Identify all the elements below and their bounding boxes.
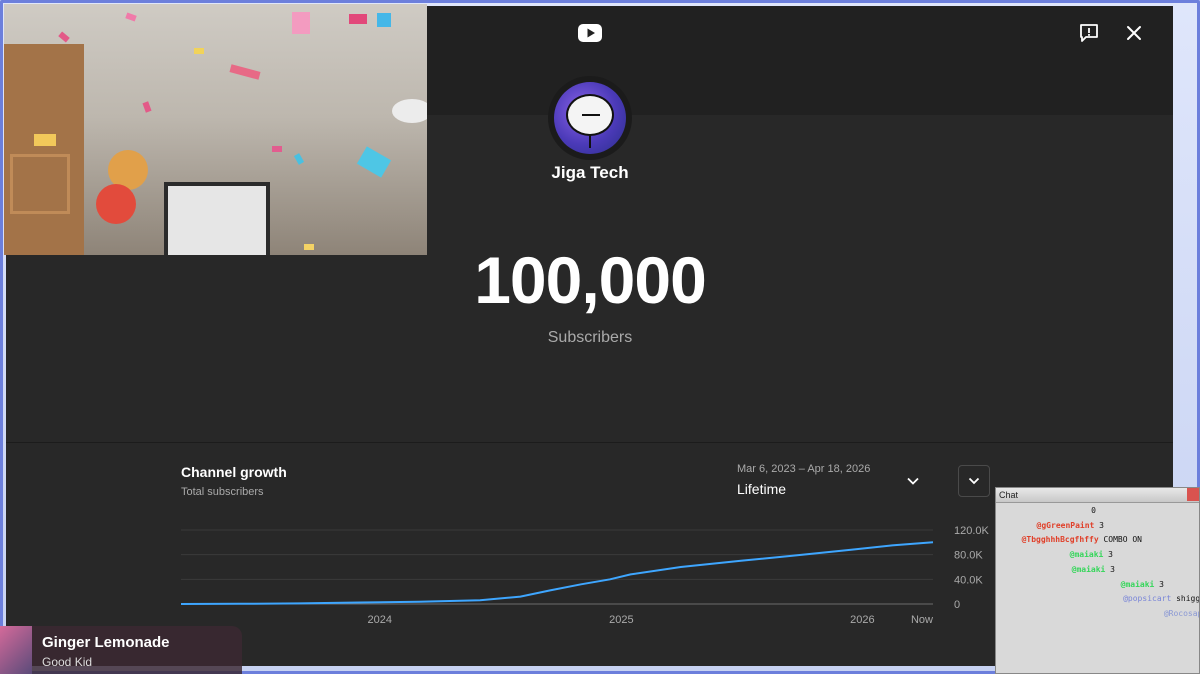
x-tick-label: Now	[911, 614, 933, 626]
chat-text: 3	[1108, 550, 1113, 560]
chat-username: @maiaki	[1071, 564, 1111, 574]
song-title: Ginger Lemonade	[42, 634, 170, 651]
chat-message: 0	[1091, 506, 1096, 515]
chat-username: @gGreenPaint	[1036, 520, 1100, 530]
y-tick-label: 80.0K	[954, 550, 983, 562]
series-line-total-subscribers	[180, 541, 934, 605]
chat-username: @maiaki	[1069, 550, 1109, 560]
close-icon[interactable]	[1187, 488, 1199, 501]
chat-username: @maiaki	[1120, 579, 1160, 589]
chat-text: 3	[1110, 564, 1115, 574]
chat-title: Chat	[999, 490, 1019, 500]
chat-message: @TbgghhhBcgfhffy COMBO ON	[1022, 535, 1142, 544]
album-art	[0, 626, 32, 674]
y-tick-label: 0	[954, 599, 960, 611]
y-tick-label: 120.0K	[954, 525, 990, 537]
chat-window: Chat 0 @gGreenPaint 3 @TbgghhhBcgfhffy COM…	[995, 487, 1200, 674]
webcam-overlay	[4, 4, 427, 255]
chat-titlebar: Chat	[996, 488, 1199, 503]
chat-username: @TbgghhhBcgfhffy	[1021, 535, 1104, 545]
chat-username: @popsicart	[1123, 594, 1177, 604]
chat-text: 0	[1091, 506, 1096, 515]
chat-text: COMBO ON	[1103, 535, 1142, 545]
song-artist: Good Kid	[42, 655, 93, 669]
chat-message: @maiaki 3	[1121, 580, 1164, 589]
chat-message: @maiaki 3	[1070, 550, 1113, 559]
y-tick-label: 40.0K	[954, 574, 983, 586]
x-tick-label: 2024	[367, 614, 391, 626]
chat-text: 3	[1099, 520, 1104, 530]
chat-message: @gGreenPaint 3	[1037, 521, 1104, 530]
x-tick-label: 2025	[609, 614, 633, 626]
chat-message: @Rocosapie	[1163, 608, 1199, 618]
x-tick-label: 2026	[850, 614, 874, 626]
chat-text: shiggy	[1176, 594, 1200, 604]
now-playing-overlay: Ginger Lemonade Good Kid	[0, 626, 242, 674]
chat-username: @Rocosapie	[1163, 608, 1199, 618]
chat-message: @popsicart shiggy	[1123, 594, 1200, 604]
chat-messages: 0 @gGreenPaint 3 @TbgghhhBcgfhffy COMBO ON…	[1000, 506, 1200, 666]
chat-text: 3	[1159, 579, 1164, 589]
chat-message: @maiaki 3	[1072, 565, 1115, 574]
